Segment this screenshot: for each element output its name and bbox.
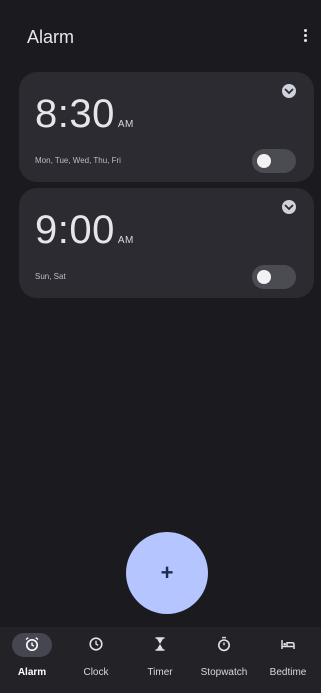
nav-item-clock[interactable]: Clock (64, 627, 128, 693)
nav-label-timer: Timer (147, 667, 173, 678)
nav-item-bedtime[interactable]: Bedtime (256, 627, 320, 693)
alarm-card[interactable]: 9:00 AM Sun, Sat (19, 188, 314, 298)
nav-label-bedtime: Bedtime (269, 667, 307, 678)
alarm-icon (25, 637, 39, 651)
nav-label-stopwatch: Stopwatch (200, 667, 248, 678)
alarm-time[interactable]: 8:30 AM (35, 92, 134, 137)
top-app-bar: Alarm (0, 0, 321, 66)
alarm-toggle[interactable] (252, 149, 296, 173)
page-title: Alarm (27, 27, 75, 47)
alarm-ampm: AM (117, 235, 134, 246)
alarm-card[interactable]: 8:30 AM Mon, Tue, Wed, Thu, Fri (19, 72, 314, 182)
add-icon: + (160, 560, 174, 585)
alarm-time-value: 8:30 (35, 92, 115, 136)
alarm-time[interactable]: 9:00 AM (35, 208, 134, 253)
alarm-time-value: 9:00 (35, 208, 115, 252)
bed-icon (281, 640, 295, 649)
alarm-days: Sun, Sat (35, 272, 66, 281)
hourglass-icon (155, 637, 165, 651)
nav-label-alarm: Alarm (17, 667, 47, 678)
toggle-knob (257, 154, 271, 168)
nav-item-stopwatch[interactable]: Stopwatch (192, 627, 256, 693)
nav-item-alarm[interactable]: Alarm (0, 627, 64, 693)
nav-item-timer[interactable]: Timer (128, 627, 192, 693)
stopwatch-icon (218, 636, 230, 652)
alarm-toggle[interactable] (252, 265, 296, 289)
alarm-ampm: AM (117, 119, 134, 130)
add-alarm-button[interactable]: + (126, 532, 208, 614)
expand-more-icon[interactable] (282, 200, 296, 214)
more-vert-icon[interactable] (299, 29, 311, 47)
toggle-knob (257, 270, 271, 284)
nav-label-clock: Clock (83, 667, 109, 678)
expand-more-icon[interactable] (282, 84, 296, 98)
bottom-navigation: Alarm Clock Timer Stopwatch Bedtime (0, 627, 321, 693)
alarm-days: Mon, Tue, Wed, Thu, Fri (35, 156, 121, 165)
clock-icon (89, 637, 103, 651)
